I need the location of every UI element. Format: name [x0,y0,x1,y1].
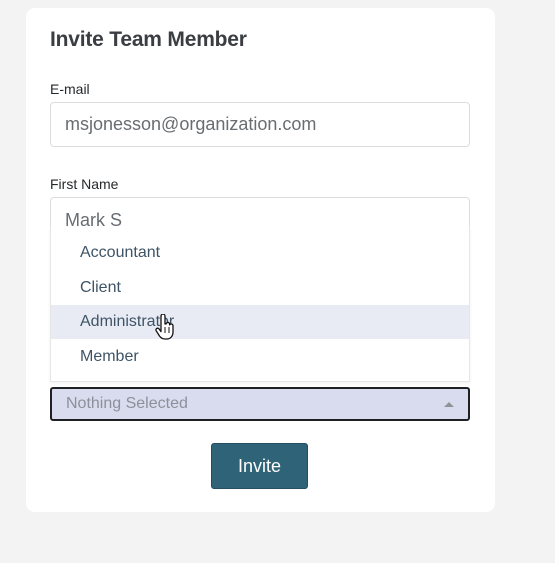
hand-cursor-icon [155,314,174,340]
page-title: Invite Team Member [50,28,247,51]
email-label: E-mail [50,81,90,97]
role-select-value: Nothing Selected [66,395,188,412]
menu-item-client[interactable]: Client [51,271,469,305]
role-dropdown-menu: Accountant Client Administrator Member [50,226,470,382]
invite-card: Invite Team Member E-mail msjonesson@org… [26,8,495,512]
role-select[interactable]: Nothing Selected [50,387,470,421]
menu-item-accountant[interactable]: Accountant [51,236,469,270]
menu-item-member[interactable]: Member [51,340,469,374]
email-field[interactable]: msjonesson@organization.com [50,102,470,147]
first-name-label: First Name [50,176,119,192]
caret-up-icon [444,402,454,407]
email-value: msjonesson@organization.com [65,114,317,134]
menu-item-administrator[interactable]: Administrator [51,305,469,339]
invite-button[interactable]: Invite [211,443,308,489]
